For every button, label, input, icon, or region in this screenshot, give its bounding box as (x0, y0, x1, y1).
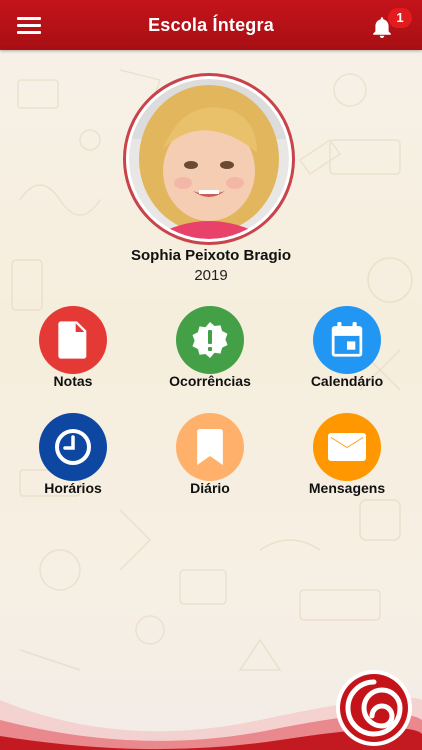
diario-button[interactable]: Diário (155, 413, 265, 513)
envelope-icon (328, 433, 366, 461)
student-name: Sophia Peixoto Bragio (130, 247, 292, 264)
notas-label: Notas (53, 373, 93, 389)
bookmark-icon (197, 429, 223, 465)
notas-button[interactable]: Notas (18, 306, 128, 406)
hamburger-icon (17, 17, 41, 20)
spiral-logo-icon (336, 670, 412, 746)
student-avatar[interactable] (123, 73, 295, 245)
hamburger-menu-button[interactable] (14, 12, 44, 38)
school-logo-button[interactable] (334, 668, 414, 748)
horarios-label: Horários (44, 480, 102, 496)
app-title: Escola Íntegra (148, 14, 274, 35)
document-icon (58, 321, 87, 359)
student-year: 2019 (194, 267, 228, 284)
clock-icon (55, 429, 91, 465)
horarios-button[interactable]: Horários (18, 413, 128, 513)
calendar-icon (331, 322, 363, 357)
mensagens-button[interactable]: Mensagens (292, 413, 402, 513)
student-photo (129, 79, 289, 239)
ocorrencias-button[interactable]: Ocorrências (155, 306, 265, 406)
notification-count-badge: 1 (388, 8, 412, 28)
ocorrencias-label: Ocorrências (169, 373, 251, 389)
diario-label: Diário (190, 480, 230, 496)
mensagens-label: Mensagens (308, 480, 386, 496)
notifications-button[interactable]: 1 (370, 8, 412, 42)
app-bar: Escola Íntegra 1 (0, 0, 422, 50)
alert-badge-icon (192, 322, 228, 358)
calendario-label: Calendário (310, 373, 384, 389)
calendario-button[interactable]: Calendário (292, 306, 402, 406)
